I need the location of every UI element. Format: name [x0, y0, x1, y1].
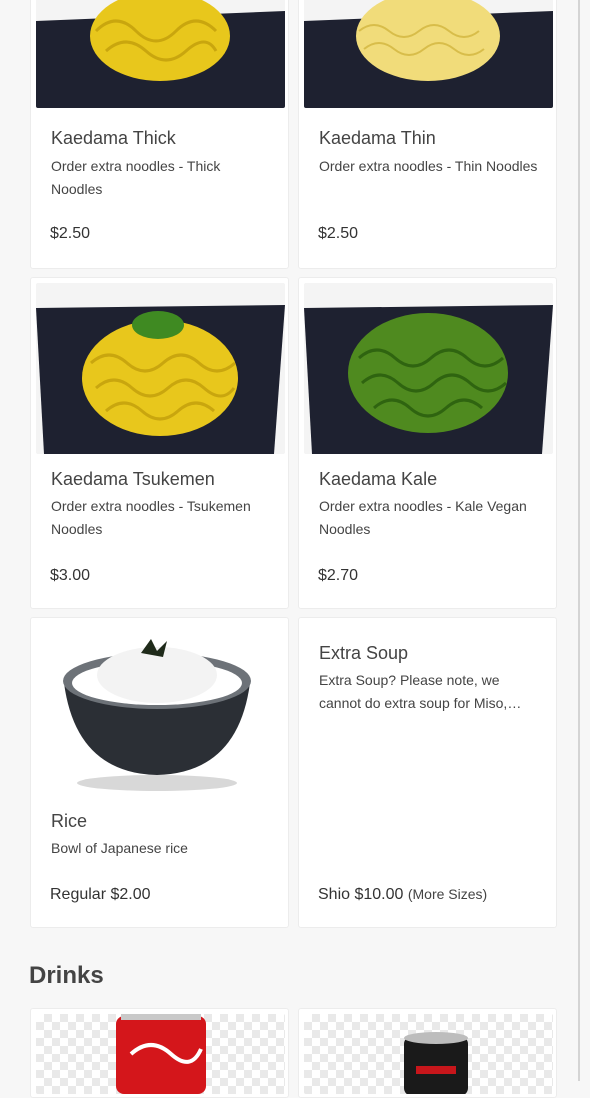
item-description: Order extra noodles - Thick Noodles: [51, 158, 221, 197]
item-title: Kaedama Thin: [319, 128, 436, 148]
item-title: Kaedama Thick: [51, 128, 176, 148]
item-description: Order extra noodles - Thin Noodles: [319, 158, 538, 174]
menu-item-card[interactable]: Kaedama Thin Order extra noodles - Thin …: [298, 0, 557, 269]
menu-item-card[interactable]: Kaedama Kale Order extra noodles - Kale …: [298, 277, 557, 609]
coke-zero-image: [304, 1014, 553, 1094]
kaedama-thick-image: [36, 0, 285, 108]
menu-item-card[interactable]: Kaedama Thick Order extra noodles - Thic…: [30, 0, 289, 269]
menu-item-card[interactable]: Rice Bowl of Japanese rice Regular $2.00: [30, 617, 289, 928]
kaedama-kale-image: [304, 283, 553, 454]
item-price: $3.00: [50, 567, 91, 584]
section-title-drinks: Drinks: [29, 962, 104, 989]
item-description: Extra Soup? Please note, we cannot do ex…: [319, 672, 522, 711]
menu-item-card[interactable]: Extra Soup Extra Soup? Please note, we c…: [298, 617, 557, 928]
item-description: Bowl of Japanese rice: [51, 840, 188, 856]
item-description: Order extra noodles - Tsukemen Noodles: [51, 498, 251, 537]
price-label: Shio $10.00: [318, 886, 404, 903]
kaedama-thin-image: [304, 0, 553, 108]
rice-image: [36, 623, 278, 794]
item-description: Order extra noodles - Kale Vegan Noodles: [319, 498, 527, 537]
item-title: Kaedama Kale: [319, 469, 438, 489]
item-price: $2.50: [318, 225, 359, 242]
scrollbar[interactable]: [578, 0, 580, 1081]
menu-item-card[interactable]: [30, 1008, 289, 1098]
item-price: $2.70: [318, 567, 359, 584]
coca-cola-image: [36, 1014, 285, 1094]
kaedama-tsukemen-image: [36, 283, 285, 454]
item-title: Kaedama Tsukemen: [51, 469, 215, 489]
item-price: Regular $2.00: [50, 886, 151, 903]
item-price: $2.50: [50, 225, 91, 242]
more-sizes-link[interactable]: (More Sizes): [408, 886, 487, 902]
item-price: Shio $10.00 (More Sizes): [318, 886, 487, 904]
menu-item-card[interactable]: Kaedama Tsukemen Order extra noodles - T…: [30, 277, 289, 609]
item-title: Rice: [51, 811, 88, 831]
item-title: Extra Soup: [319, 643, 409, 663]
menu-item-card[interactable]: [298, 1008, 557, 1098]
